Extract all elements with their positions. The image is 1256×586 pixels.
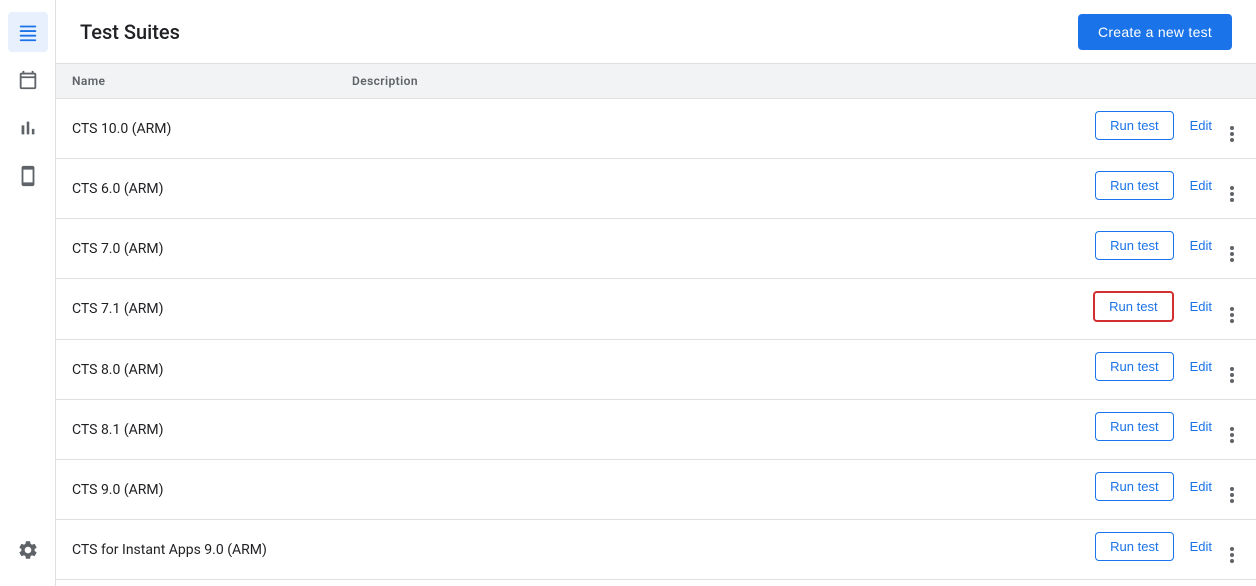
edit-button[interactable]: Edit bbox=[1182, 353, 1220, 380]
row-actions-cell: Run testEdit bbox=[1056, 580, 1256, 586]
edit-button[interactable]: Edit bbox=[1182, 413, 1220, 440]
more-options-icon bbox=[1230, 547, 1234, 563]
more-options-button[interactable] bbox=[1224, 242, 1240, 266]
table-row: CTS 7.1 (ARM) Run test Edit bbox=[56, 279, 1256, 340]
row-actions-cell: Run test Edit bbox=[1056, 99, 1256, 159]
row-name-cell: NOOP bbox=[56, 580, 336, 586]
row-description-cell bbox=[336, 99, 1056, 159]
run-test-button[interactable]: Run test bbox=[1095, 171, 1173, 200]
row-description-cell bbox=[336, 279, 1056, 340]
row-description-cell bbox=[336, 340, 1056, 400]
run-test-button[interactable]: Run test bbox=[1095, 111, 1173, 140]
run-test-button[interactable]: Run test bbox=[1093, 291, 1173, 322]
more-options-icon bbox=[1230, 186, 1234, 202]
row-actions-cell: Run test Edit bbox=[1056, 340, 1256, 400]
more-options-button[interactable] bbox=[1224, 483, 1240, 507]
row-description-cell bbox=[336, 460, 1056, 520]
more-options-icon bbox=[1230, 427, 1234, 443]
more-options-button[interactable] bbox=[1224, 543, 1240, 567]
row-name-cell: CTS 6.0 (ARM) bbox=[56, 159, 336, 219]
row-actions-cell: Run test Edit bbox=[1056, 520, 1256, 580]
row-name-cell: CTS 9.0 (ARM) bbox=[56, 460, 336, 520]
edit-button[interactable]: Edit bbox=[1182, 293, 1220, 320]
page-title: Test Suites bbox=[80, 20, 180, 44]
edit-button[interactable]: Edit bbox=[1182, 172, 1220, 199]
row-name-cell: CTS 7.0 (ARM) bbox=[56, 219, 336, 279]
row-name-cell: CTS 7.1 (ARM) bbox=[56, 279, 336, 340]
run-test-button[interactable]: Run test bbox=[1095, 412, 1173, 441]
sidebar-item-list[interactable] bbox=[8, 12, 48, 52]
row-description-cell bbox=[336, 580, 1056, 586]
sidebar-item-calendar[interactable] bbox=[8, 60, 48, 100]
sidebar-item-settings[interactable] bbox=[8, 530, 48, 570]
table-row: CTS 8.0 (ARM) Run test Edit bbox=[56, 340, 1256, 400]
run-test-button[interactable]: Run test bbox=[1095, 532, 1173, 561]
more-options-button[interactable] bbox=[1224, 363, 1240, 387]
page-header: Test Suites Create a new test bbox=[56, 0, 1256, 64]
row-actions-cell: Run test Edit bbox=[1056, 460, 1256, 520]
calendar-icon bbox=[17, 69, 39, 91]
main-content: Test Suites Create a new test Name Descr… bbox=[56, 0, 1256, 586]
run-test-button[interactable]: Run test bbox=[1095, 352, 1173, 381]
table-row: CTS 10.0 (ARM) Run test Edit bbox=[56, 99, 1256, 159]
table-row: CTS 7.0 (ARM) Run test Edit bbox=[56, 219, 1256, 279]
row-description-cell bbox=[336, 520, 1056, 580]
more-options-icon bbox=[1230, 367, 1234, 383]
edit-button[interactable]: Edit bbox=[1182, 112, 1220, 139]
row-name-cell: CTS 10.0 (ARM) bbox=[56, 99, 336, 159]
settings-icon bbox=[17, 539, 39, 561]
row-actions-cell: Run test Edit bbox=[1056, 219, 1256, 279]
edit-button[interactable]: Edit bbox=[1182, 473, 1220, 500]
list-icon bbox=[17, 21, 39, 43]
more-options-icon bbox=[1230, 307, 1234, 323]
table-row: CTS 6.0 (ARM) Run test Edit bbox=[56, 159, 1256, 219]
more-options-button[interactable] bbox=[1224, 122, 1240, 146]
table-row: CTS 8.1 (ARM) Run test Edit bbox=[56, 400, 1256, 460]
more-options-icon bbox=[1230, 246, 1234, 262]
sidebar-item-chart[interactable] bbox=[8, 108, 48, 148]
row-name-cell: CTS 8.0 (ARM) bbox=[56, 340, 336, 400]
sidebar-item-device[interactable] bbox=[8, 156, 48, 196]
row-name-cell: CTS for Instant Apps 9.0 (ARM) bbox=[56, 520, 336, 580]
device-icon bbox=[17, 165, 39, 187]
row-actions-cell: Run test Edit bbox=[1056, 159, 1256, 219]
table-row: CTS for Instant Apps 9.0 (ARM) Run test Ed… bbox=[56, 520, 1256, 580]
column-header-actions bbox=[1056, 64, 1256, 99]
row-description-cell bbox=[336, 400, 1056, 460]
column-header-description: Description bbox=[336, 64, 1056, 99]
row-name-cell: CTS 8.1 (ARM) bbox=[56, 400, 336, 460]
edit-button[interactable]: Edit bbox=[1182, 232, 1220, 259]
row-actions-cell: Run test Edit bbox=[1056, 279, 1256, 340]
table-row: CTS 9.0 (ARM) Run test Edit bbox=[56, 460, 1256, 520]
more-options-icon bbox=[1230, 126, 1234, 142]
create-new-test-button[interactable]: Create a new test bbox=[1078, 14, 1232, 50]
test-suites-table-container: Name Description CTS 10.0 (ARM) Run test E… bbox=[56, 64, 1256, 586]
sidebar bbox=[0, 0, 56, 586]
table-row: NOOP Run testEdit bbox=[56, 580, 1256, 586]
row-description-cell bbox=[336, 159, 1056, 219]
table-header-row: Name Description bbox=[56, 64, 1256, 99]
run-test-button[interactable]: Run test bbox=[1095, 231, 1173, 260]
row-actions-cell: Run test Edit bbox=[1056, 400, 1256, 460]
edit-button[interactable]: Edit bbox=[1182, 533, 1220, 560]
test-suites-table: Name Description CTS 10.0 (ARM) Run test E… bbox=[56, 64, 1256, 586]
more-options-button[interactable] bbox=[1224, 423, 1240, 447]
run-test-button[interactable]: Run test bbox=[1095, 472, 1173, 501]
chart-icon bbox=[17, 117, 39, 139]
more-options-button[interactable] bbox=[1224, 303, 1240, 327]
row-description-cell bbox=[336, 219, 1056, 279]
column-header-name: Name bbox=[56, 64, 336, 99]
more-options-button[interactable] bbox=[1224, 182, 1240, 206]
more-options-icon bbox=[1230, 487, 1234, 503]
